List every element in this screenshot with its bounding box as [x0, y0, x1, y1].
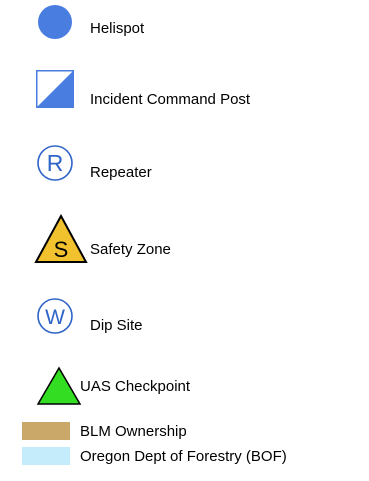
legend-label-safety-zone: Safety Zone	[90, 241, 171, 258]
map-legend: Helispot Incident Command Post R Repeate…	[0, 0, 369, 481]
svg-text:W: W	[45, 306, 65, 329]
command-post-square-icon	[36, 70, 74, 108]
svg-text:S: S	[54, 237, 69, 262]
legend-label-incident-command-post: Incident Command Post	[90, 91, 251, 108]
uas-checkpoint-triangle-icon	[36, 366, 82, 405]
repeater-r-circle-icon: R	[37, 145, 73, 181]
legend-label-helispot: Helispot	[90, 20, 145, 37]
dip-site-w-circle-icon: W	[37, 298, 73, 334]
legend-label-repeater: Repeater	[90, 164, 152, 181]
blm-ownership-swatch-icon	[22, 422, 70, 440]
legend-label-oregon-dept-of-forestry: Oregon Dept of Forestry (BOF)	[80, 448, 287, 465]
svg-text:R: R	[47, 150, 64, 176]
odf-swatch-icon	[22, 447, 70, 465]
legend-label-dip-site: Dip Site	[90, 317, 143, 334]
helispot-circle-icon	[38, 5, 72, 39]
safety-zone-s-triangle-icon: S	[34, 214, 88, 263]
legend-label-uas-checkpoint: UAS Checkpoint	[80, 378, 191, 395]
legend-label-blm-ownership: BLM Ownership	[80, 423, 187, 440]
